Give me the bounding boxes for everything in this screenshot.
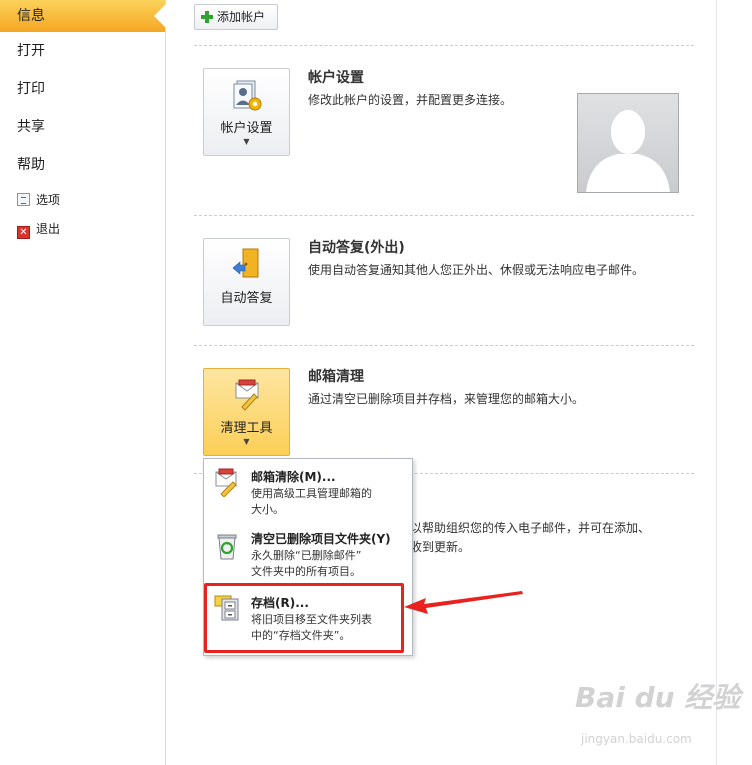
rules-desc-line1: 以帮助组织您的传入电子邮件，并可在添加、 <box>410 521 651 535</box>
account-settings-button-label: 帐户设置 <box>220 121 273 136</box>
nav-item-help[interactable]: 帮助 <box>0 149 165 181</box>
auto-reply-desc: 使用自动答复通知其他人您正外出、休假或无法响应电子邮件。 <box>308 263 645 277</box>
auto-reply-button-label: 自动答复 <box>220 291 273 306</box>
menu-item-title: 邮箱清除(M)... <box>251 470 336 484</box>
recycle-bin-icon <box>217 534 237 560</box>
menu-item-desc-line: 使用高级工具管理邮箱的 <box>251 487 372 500</box>
nav-item-info[interactable]: 信息 <box>0 0 166 32</box>
archive-highlight-box <box>204 583 404 653</box>
menu-item-desc: 永久删除“已删除邮件” 文件夹中的所有项目。 <box>251 548 406 580</box>
menu-item-title: 清空已删除项目文件夹(Y) <box>251 532 391 546</box>
auto-reply-title: 自动答复(外出) <box>308 240 405 256</box>
separator <box>194 215 694 216</box>
cleanup-tools-button[interactable]: 清理工具 ▼ <box>203 368 290 456</box>
account-settings-icon <box>233 80 262 111</box>
rules-desc-line2: 收到更新。 <box>410 540 471 554</box>
avatar <box>577 93 679 193</box>
separator <box>194 345 694 346</box>
mailbox-cleanup-desc: 通过清空已删除项目并存档，来管理您的邮箱大小。 <box>308 392 585 406</box>
exit-icon: ✕ <box>17 226 30 239</box>
menu-item-empty-deleted[interactable]: 清空已删除项目文件夹(Y) 永久删除“已删除邮件” 文件夹中的所有项目。 <box>204 523 412 585</box>
separator <box>194 45 694 46</box>
mailbox-cleanup-icon <box>215 468 237 497</box>
account-settings-button[interactable]: 帐户设置 ▼ <box>203 68 290 156</box>
nav-item-exit[interactable]: ✕ 退出 <box>17 218 60 240</box>
menu-item-desc-line: 永久删除“已删除邮件” <box>251 549 362 562</box>
account-settings-desc: 修改此帐户的设置，并配置更多连接。 <box>308 93 513 107</box>
dropdown-arrow-icon: ▼ <box>243 137 250 146</box>
plus-icon <box>201 11 213 23</box>
annotation-arrow-icon <box>404 591 523 614</box>
options-icon <box>17 193 30 206</box>
nav-item-print[interactable]: 打印 <box>0 73 165 105</box>
cleanup-tools-button-label: 清理工具 <box>220 421 273 436</box>
menu-item-desc: 使用高级工具管理邮箱的 大小。 <box>251 486 406 518</box>
add-account-label: 添加帐户 <box>217 10 266 24</box>
add-account-button[interactable]: 添加帐户 <box>194 4 278 30</box>
mailbox-cleanup-title: 邮箱清理 <box>308 369 364 385</box>
nav-options-label: 选项 <box>36 193 61 207</box>
nav-item-open[interactable]: 打开 <box>0 35 165 67</box>
cleanup-tools-icon <box>235 379 259 411</box>
person-silhouette-icon <box>586 110 670 192</box>
menu-item-mailbox-cleanup[interactable]: 邮箱清除(M)... 使用高级工具管理邮箱的 大小。 <box>204 459 412 523</box>
auto-reply-button[interactable]: 自动答复 <box>203 238 290 326</box>
panel-divider <box>716 0 717 765</box>
dropdown-arrow-icon: ▼ <box>243 437 250 446</box>
baidu-watermark: Bai du 经验 jingyan.baidu.com <box>575 676 741 746</box>
backstage-nav: 信息 打开 打印 共享 帮助 选项 ✕ 退出 <box>0 0 166 765</box>
nav-item-share[interactable]: 共享 <box>0 111 165 143</box>
menu-item-desc-line: 文件夹中的所有项目。 <box>251 565 361 578</box>
menu-item-desc-line: 大小。 <box>251 503 284 516</box>
nav-item-options[interactable]: 选项 <box>17 189 60 211</box>
door-arrow-icon <box>232 248 259 278</box>
watermark-url: jingyan.baidu.com <box>581 732 692 746</box>
nav-exit-label: 退出 <box>36 222 61 236</box>
account-settings-title: 帐户设置 <box>308 70 364 86</box>
watermark-brand: Bai du 经验 <box>575 681 741 714</box>
